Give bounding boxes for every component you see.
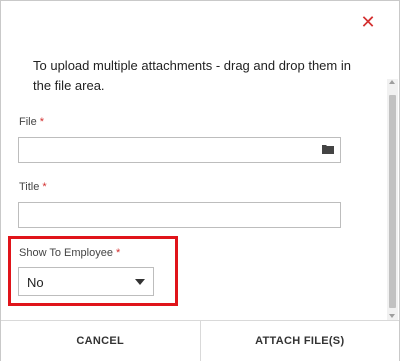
file-input[interactable]: [18, 137, 341, 163]
file-label-text: File: [19, 116, 37, 128]
required-mark: *: [115, 247, 121, 259]
attachment-dialog: ✕ To upload multiple attachments - drag …: [0, 0, 400, 361]
scroll-down-icon[interactable]: [389, 314, 395, 318]
close-button[interactable]: ✕: [358, 12, 378, 32]
dialog-footer: CANCEL ATTACH FILE(S): [1, 320, 399, 361]
show-to-employee-select[interactable]: No: [18, 267, 154, 296]
required-mark: *: [42, 181, 47, 193]
dropdown-arrow-icon[interactable]: [135, 279, 145, 285]
title-input[interactable]: [18, 202, 341, 228]
select-value: No: [27, 275, 44, 290]
title-label: Title *: [19, 181, 47, 193]
show-to-employee-label: Show To Employee *: [19, 247, 120, 259]
file-label: File *: [19, 116, 44, 128]
cancel-button[interactable]: CANCEL: [1, 321, 200, 361]
attach-files-button[interactable]: ATTACH FILE(S): [199, 321, 399, 361]
upload-instructions: To upload multiple attachments - drag an…: [33, 58, 351, 93]
title-label-text: Title: [19, 181, 40, 193]
scroll-up-icon[interactable]: [389, 80, 395, 84]
scrollbar[interactable]: [387, 79, 398, 320]
close-icon[interactable]: ✕: [360, 12, 375, 32]
show-to-employee-label-text: Show To Employee: [19, 247, 113, 259]
required-mark: *: [39, 116, 45, 128]
scroll-thumb[interactable]: [389, 95, 396, 308]
folder-icon[interactable]: [322, 144, 334, 154]
